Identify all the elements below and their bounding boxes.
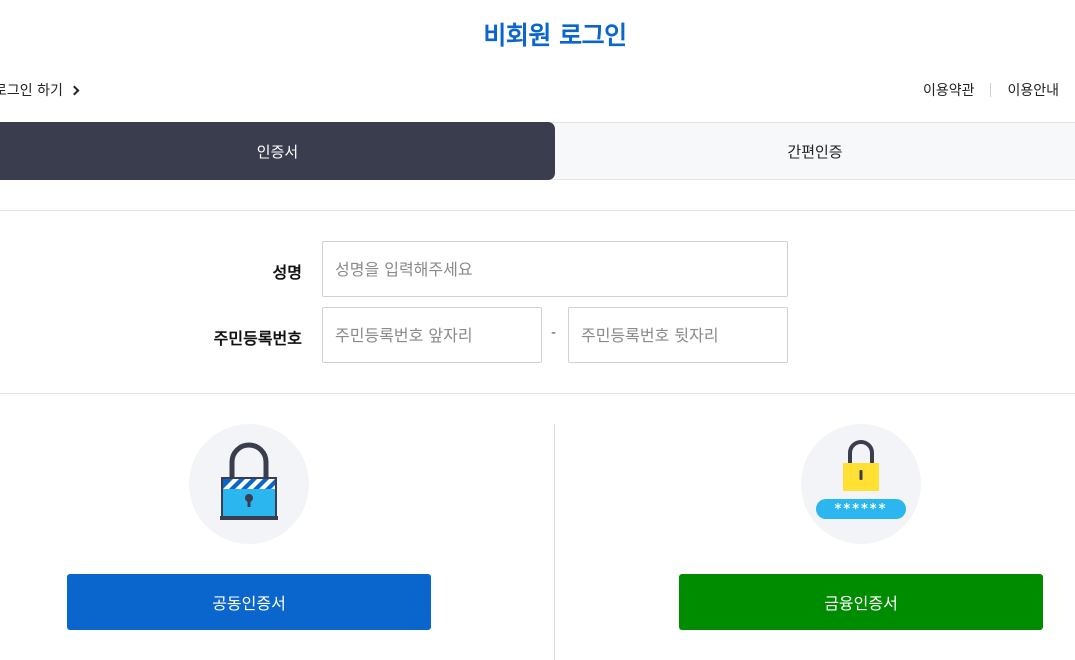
divider xyxy=(0,210,1075,211)
tab-simple-auth[interactable]: 간편인증 xyxy=(555,123,1075,179)
financial-cert-button[interactable]: 금융인증서 xyxy=(679,574,1043,630)
joint-cert-button[interactable]: 공동인증서 xyxy=(67,574,431,630)
login-method-tabs: 인증서 간편인증 xyxy=(0,122,1075,180)
rrn-back-input[interactable] xyxy=(568,307,788,363)
section-divider xyxy=(554,424,555,660)
chevron-right-icon xyxy=(69,85,80,95)
terms-link[interactable]: 이용약관 xyxy=(923,80,975,100)
name-label: 성명 xyxy=(272,263,302,282)
rrn-front-input[interactable] xyxy=(322,307,542,363)
rrn-label: 주민등록번호 xyxy=(213,329,302,348)
password-mask: ****** xyxy=(834,502,888,517)
utility-links: 이용약관 이용안내 xyxy=(923,80,1059,100)
rrn-separator: - xyxy=(551,325,557,341)
divider xyxy=(0,393,1075,394)
guide-link[interactable]: 이용안내 xyxy=(1007,80,1059,100)
member-login-link[interactable]: 로그인 하기 xyxy=(0,80,80,100)
page-title: 비회원 로그인 xyxy=(483,21,627,50)
tab-certificate[interactable]: 인증서 xyxy=(0,122,555,180)
name-input[interactable] xyxy=(322,241,788,297)
financial-cert-icon-circle: ****** xyxy=(801,424,921,544)
joint-cert-icon-circle xyxy=(189,424,309,544)
password-lock-icon xyxy=(816,440,906,519)
divider xyxy=(990,83,992,97)
member-login-label: 로그인 하기 xyxy=(0,83,63,99)
padlock-icon xyxy=(220,442,278,520)
